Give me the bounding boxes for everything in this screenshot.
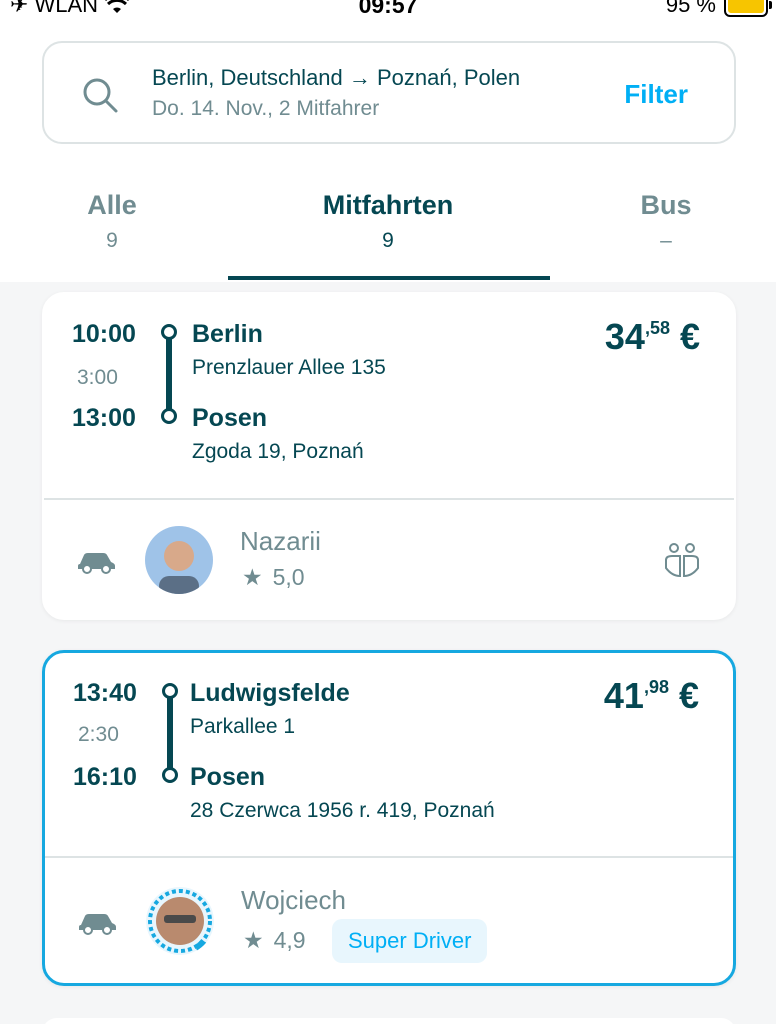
from-city: Berlin xyxy=(192,320,263,348)
tab-label: Bus xyxy=(640,190,692,220)
driver-rating: ★ 4,9 xyxy=(243,927,306,953)
departure-time: 10:00 xyxy=(72,320,136,348)
search-details: Do. 14. Nov., 2 Mitfahrer xyxy=(152,97,380,120)
route-timeline xyxy=(160,324,178,424)
to-city: Posen xyxy=(190,763,266,791)
tab-count: 9 xyxy=(106,229,118,252)
to-address: 28 Czerwca 1956 r. 419, Poznań xyxy=(190,799,495,822)
ride-duration: 2:30 xyxy=(78,723,119,746)
avatar[interactable] xyxy=(145,526,213,594)
tab-label: Mitfahrten xyxy=(322,190,454,220)
star-icon: ★ xyxy=(242,564,263,590)
card-divider xyxy=(45,856,733,858)
car-icon xyxy=(79,914,116,935)
search-icon xyxy=(83,78,118,113)
super-driver-badge: Super Driver xyxy=(332,919,488,963)
star-icon: ★ xyxy=(243,927,264,953)
tab-count: 9 xyxy=(382,229,394,252)
search-route: Berlin, Deutschland → Poznań, Polen xyxy=(152,65,521,90)
route-timeline xyxy=(161,683,179,783)
avatar[interactable] xyxy=(146,887,214,955)
tab-bar: Alle 9 Mitfahrten 9 Bus – xyxy=(0,170,776,282)
ride-card[interactable]: 13:40 2:30 16:10 Ludwigsfelde Parkallee … xyxy=(42,650,736,986)
filter-button[interactable]: Filter xyxy=(624,79,688,110)
arrival-time: 13:00 xyxy=(72,404,136,432)
tab-count: – xyxy=(660,229,672,252)
ride-duration: 3:00 xyxy=(77,366,118,389)
departure-time: 13:40 xyxy=(73,679,137,707)
tab-bus[interactable]: Bus – xyxy=(616,190,716,253)
car-icon xyxy=(78,553,115,574)
status-bar: ✈ WLAN 09:57 95 % xyxy=(0,0,776,20)
from-address: Prenzlauer Allee 135 xyxy=(192,356,386,379)
ride-price: 34,58 € xyxy=(604,316,700,357)
ride-card[interactable]: 10:00 3:00 13:00 Berlin Prenzlauer Allee… xyxy=(42,292,736,620)
driver-name: Nazarii xyxy=(240,526,321,556)
active-tab-indicator xyxy=(228,276,550,280)
tab-mitfahrten[interactable]: Mitfahrten 9 xyxy=(288,190,488,253)
card-divider xyxy=(44,498,734,500)
ride-card-partial[interactable] xyxy=(42,1018,736,1024)
battery-icon xyxy=(724,0,772,17)
driver-rating: ★ 5,0 xyxy=(242,564,305,590)
clock: 09:57 xyxy=(358,0,418,18)
max-two-in-back-icon xyxy=(665,543,699,578)
tab-label: Alle xyxy=(87,190,137,220)
from-address: Parkallee 1 xyxy=(190,715,296,738)
driver-name: Wojciech xyxy=(241,885,347,915)
search-summary[interactable]: Berlin, Deutschland → Poznań, Polen Do. … xyxy=(42,41,736,144)
battery-percent: 95 % xyxy=(665,0,716,17)
arrival-time: 16:10 xyxy=(73,763,137,791)
from-city: Ludwigsfelde xyxy=(190,679,350,707)
to-address: Zgoda 19, Poznań xyxy=(192,440,364,463)
to-city: Posen xyxy=(192,404,268,432)
tab-alle[interactable]: Alle 9 xyxy=(62,190,162,253)
ride-price: 41,98 € xyxy=(603,675,699,716)
